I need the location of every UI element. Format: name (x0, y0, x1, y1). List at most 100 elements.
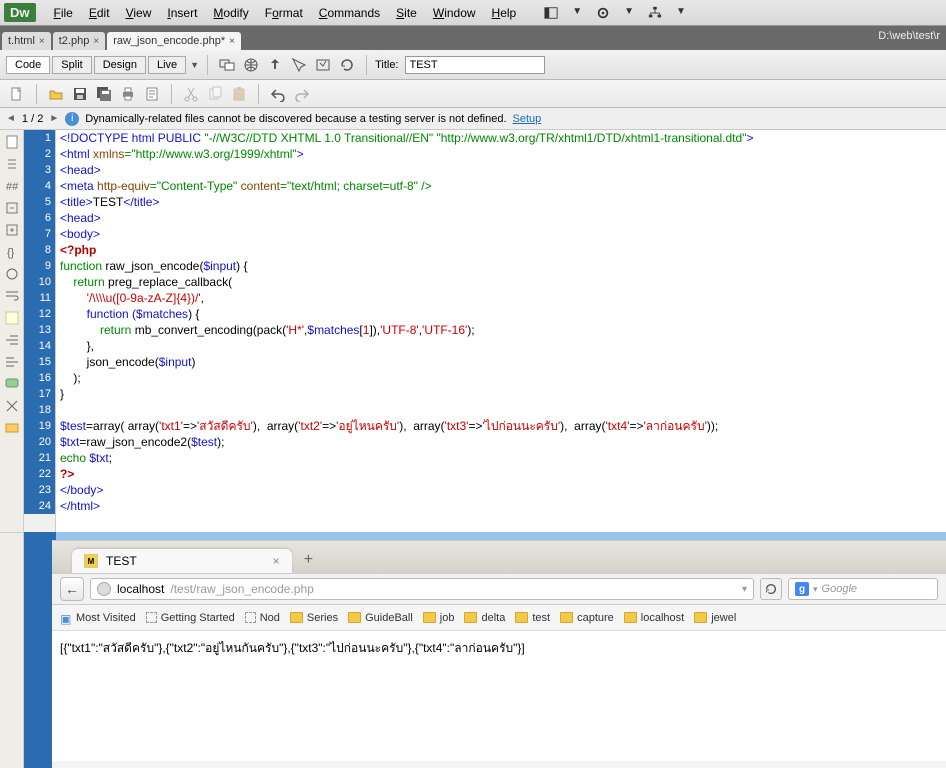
copy-icon[interactable] (207, 86, 223, 102)
menu-site[interactable]: Site (388, 6, 425, 20)
bookmark-jewel[interactable]: jewel (694, 612, 736, 624)
line-icon[interactable] (4, 266, 20, 282)
menu-help[interactable]: Help (484, 6, 525, 20)
balance-icon[interactable]: {} (4, 244, 20, 260)
close-icon[interactable]: × (93, 36, 99, 47)
comment-icon[interactable] (4, 376, 20, 392)
dropdown-icon[interactable]: ▾ (813, 584, 818, 595)
arrows-icon[interactable] (4, 156, 20, 172)
dropdown-icon[interactable]: ▼ (190, 60, 199, 70)
close-icon[interactable]: × (229, 36, 235, 47)
format-icon[interactable] (4, 398, 20, 414)
wrap-icon[interactable] (4, 288, 20, 304)
undo-icon[interactable] (270, 86, 286, 102)
paste-icon[interactable] (231, 86, 247, 102)
menu-view[interactable]: View (118, 6, 160, 20)
indent-icon[interactable] (4, 332, 20, 348)
doc-icon[interactable] (144, 86, 160, 102)
layout-icon[interactable] (544, 6, 558, 20)
bookmarks-bar: ▣Most Visited Getting Started Nod Series… (52, 605, 946, 631)
dropdown-icon[interactable]: ▼ (676, 6, 686, 20)
code-content[interactable]: <!DOCTYPE html PUBLIC "-//W3C//DTD XHTML… (56, 130, 946, 532)
save-all-icon[interactable] (96, 86, 112, 102)
save-icon[interactable] (72, 86, 88, 102)
bookmark-most-visited[interactable]: ▣Most Visited (60, 612, 136, 624)
upload-icon[interactable] (267, 57, 283, 73)
design-view-button[interactable]: Design (94, 56, 146, 74)
multiscreen-icon[interactable] (219, 57, 235, 73)
reload-button[interactable] (760, 578, 782, 600)
bookmark-guideball[interactable]: GuideBall (348, 612, 413, 624)
code-view-button[interactable]: Code (6, 56, 50, 74)
search-placeholder: Google (822, 583, 857, 595)
bookmark-capture[interactable]: capture (560, 612, 614, 624)
url-path: /test/raw_json_encode.php (170, 582, 313, 596)
new-doc-icon[interactable] (9, 86, 25, 102)
expand-icon[interactable] (4, 222, 20, 238)
open-icon[interactable] (48, 86, 64, 102)
close-icon[interactable]: × (39, 36, 45, 47)
browser-tab[interactable]: M TEST × (72, 549, 292, 573)
tab-raw-json-encode[interactable]: raw_json_encode.php*× (107, 32, 241, 50)
cut-icon[interactable] (183, 86, 199, 102)
tab-t-html[interactable]: t.html× (2, 32, 51, 50)
close-icon[interactable]: × (273, 554, 280, 568)
google-icon: g (795, 582, 809, 596)
menu-modify[interactable]: Modify (205, 6, 256, 20)
dropdown-icon[interactable]: ▼ (572, 6, 582, 20)
bookmark-nod[interactable]: Nod (245, 612, 280, 624)
redo-icon[interactable] (294, 86, 310, 102)
menu-commands[interactable]: Commands (311, 6, 388, 20)
tab-t2-php[interactable]: t2.php× (53, 32, 105, 50)
menu-insert[interactable]: Insert (159, 6, 205, 20)
back-button[interactable]: ← (60, 577, 84, 601)
next-icon[interactable]: ► (49, 113, 59, 124)
bookmark-series[interactable]: Series (290, 612, 338, 624)
menu-edit[interactable]: Edit (81, 6, 118, 20)
svg-text:{}: {} (7, 247, 15, 259)
inspect-icon[interactable] (291, 57, 307, 73)
menu-window[interactable]: Window (425, 6, 484, 20)
url-host: localhost (117, 582, 164, 596)
wand-icon[interactable] (315, 57, 331, 73)
search-bar[interactable]: g ▾ Google (788, 578, 938, 600)
collapse-icon[interactable] (4, 200, 20, 216)
bookmark-delta[interactable]: delta (464, 612, 505, 624)
bookmark-localhost[interactable]: localhost (624, 612, 684, 624)
sitemap-icon[interactable] (648, 6, 662, 20)
browser-toolbar: ← localhost/test/raw_json_encode.php ▾ g… (52, 573, 946, 605)
refresh-icon[interactable] (339, 57, 355, 73)
gear-icon[interactable] (596, 6, 610, 20)
dropdown-icon[interactable]: ▼ (624, 6, 634, 20)
menu-file[interactable]: File (46, 6, 81, 20)
page-icon: M (84, 554, 98, 568)
hash-icon[interactable]: ## (4, 178, 20, 194)
new-tab-button[interactable]: + (296, 547, 321, 573)
globe-icon[interactable] (243, 57, 259, 73)
doc-toolbar (0, 80, 946, 108)
syntax-icon[interactable] (4, 310, 20, 326)
divider (36, 84, 37, 104)
app-logo: Dw (4, 3, 36, 22)
bookmark-getting-started[interactable]: Getting Started (146, 612, 235, 624)
split-view-button[interactable]: Split (52, 56, 91, 74)
pager-label: 1 / 2 (22, 113, 43, 125)
url-bar[interactable]: localhost/test/raw_json_encode.php ▾ (90, 578, 754, 600)
menu-format[interactable]: Format (257, 6, 311, 20)
code-editor: ## {} 1234567891011121314151617181920212… (0, 130, 946, 532)
divider (207, 55, 208, 75)
print-icon[interactable] (120, 86, 136, 102)
bookmark-test[interactable]: test (515, 612, 550, 624)
setup-link[interactable]: Setup (513, 113, 542, 125)
dropdown-icon[interactable]: ▾ (742, 584, 747, 595)
outdent-icon[interactable] (4, 354, 20, 370)
snippet-icon[interactable] (4, 420, 20, 436)
browser-tabs: M TEST × + (52, 541, 946, 573)
live-view-button[interactable]: Live (148, 56, 186, 74)
view-toolbar: Code Split Design Live ▼ Title: (0, 50, 946, 80)
prev-icon[interactable]: ◄ (6, 113, 16, 124)
doc-icon[interactable] (4, 134, 20, 150)
title-input[interactable] (405, 56, 545, 74)
bookmark-job[interactable]: job (423, 612, 455, 624)
menu-bar: Dw File Edit View Insert Modify Format C… (0, 0, 946, 26)
